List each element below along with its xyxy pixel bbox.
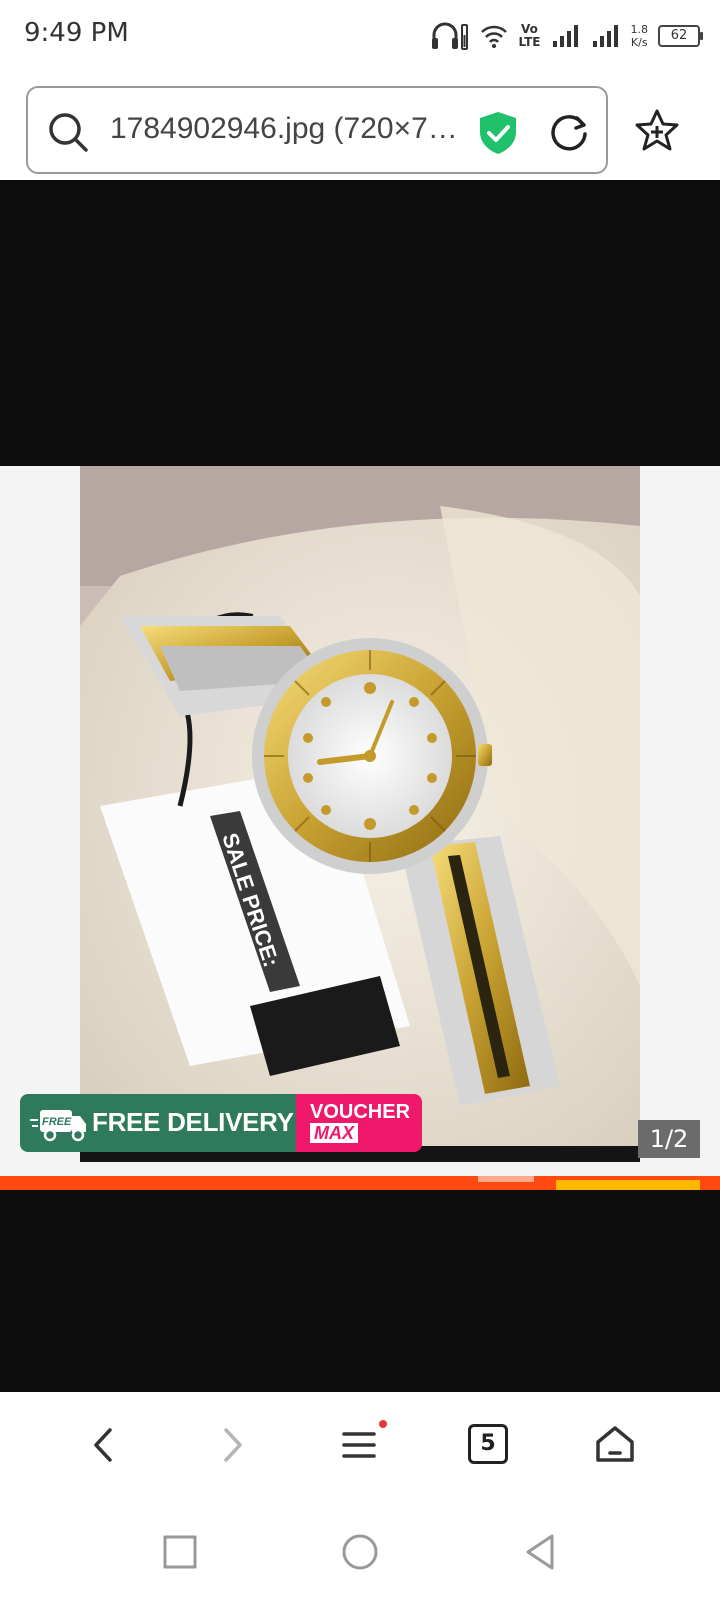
menu-notification-dot xyxy=(379,1420,387,1428)
headphones-icon xyxy=(432,22,469,50)
battery-level: 62 xyxy=(670,28,688,43)
volte-indicator: Vo LTE xyxy=(518,23,540,49)
promo-strip-text-fragment xyxy=(478,1176,534,1182)
product-image-watch[interactable]: SALE PRICE: xyxy=(80,466,640,1162)
status-icons: Vo LTE 1.8 K/s 62 xyxy=(430,14,703,58)
watch-illustration: SALE PRICE: xyxy=(80,466,640,1162)
image-page-counter: 1/2 xyxy=(638,1120,700,1158)
net-speed-unit: K/s xyxy=(630,36,648,49)
free-delivery-label: FREE FREE DELIVERY xyxy=(20,1094,296,1152)
back-triangle-icon[interactable] xyxy=(520,1532,560,1572)
signal-icon-sim1 xyxy=(552,25,578,47)
net-speed-value: 1.8 xyxy=(630,23,649,36)
menu-icon[interactable] xyxy=(334,1420,384,1470)
back-arrow-icon[interactable] xyxy=(80,1420,130,1470)
voucher-text: VOUCHER xyxy=(310,1101,411,1123)
image-background-top xyxy=(0,180,720,466)
tabs-count-button[interactable]: 5 xyxy=(468,1424,508,1464)
voucher-max-label: VOUCHER MAX xyxy=(296,1094,422,1152)
forward-arrow-icon[interactable] xyxy=(206,1420,256,1470)
status-time: 9:49 PM xyxy=(24,18,129,48)
security-shield-icon[interactable] xyxy=(476,110,520,156)
network-speed: 1.8 K/s xyxy=(631,23,649,49)
system-navigation-bar xyxy=(0,1502,720,1600)
free-delivery-text: FREE DELIVERY xyxy=(92,1107,294,1137)
browser-bottom-toolbar: 5 xyxy=(0,1392,720,1502)
add-bookmark-star-icon[interactable] xyxy=(634,108,680,154)
reload-icon[interactable] xyxy=(548,112,590,154)
image-background-bottom xyxy=(0,1190,720,1392)
home-icon[interactable] xyxy=(590,1420,640,1470)
battery-icon: 62 xyxy=(658,25,703,47)
voucher-max-text: MAX xyxy=(310,1123,358,1143)
wifi-icon xyxy=(481,25,508,48)
volte-bottom: LTE xyxy=(518,35,541,49)
signal-icon-sim2 xyxy=(592,25,618,47)
search-icon xyxy=(49,113,88,152)
url-text[interactable]: 1784902946.jpg (720×7… xyxy=(110,112,500,146)
status-bar: 9:49 PM Vo LTE 1.8 K/s 62 xyxy=(0,0,720,72)
delivery-truck-icon: FREE xyxy=(30,1110,86,1142)
free-delivery-voucher-badge: FREE FREE DELIVERY VOUCHER MAX xyxy=(20,1094,422,1152)
home-circle-icon[interactable] xyxy=(340,1532,380,1572)
recent-apps-square-icon[interactable] xyxy=(160,1532,200,1572)
truck-free-label: FREE xyxy=(42,1116,72,1128)
address-bar[interactable]: 1784902946.jpg (720×7… xyxy=(26,86,608,174)
promo-strip-highlight xyxy=(556,1180,700,1190)
promo-banner-strip xyxy=(0,1176,720,1190)
